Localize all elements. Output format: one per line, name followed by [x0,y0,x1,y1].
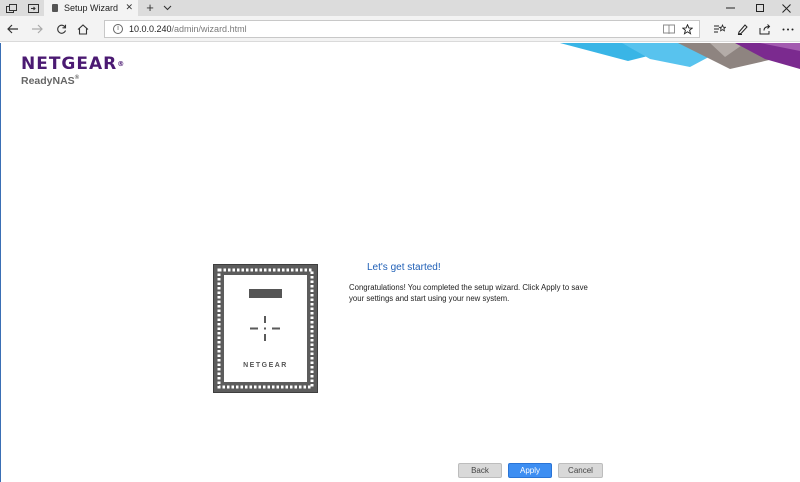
tab-title: Setup Wizard [64,3,119,13]
wizard-message: Congratulations! You completed the setup… [349,283,588,303]
decorative-banner [560,43,800,69]
logo-brand: NETGEAR® [21,55,125,73]
tab-preview-icon[interactable] [22,0,44,16]
logo-brand-text: NETGEAR [21,54,118,74]
navigation-bar: i 10.0.0.240/admin/wizard.html [0,16,800,42]
url-path: /admin/wizard.html [171,24,247,34]
url-text: 10.0.0.240/admin/wizard.html [129,23,247,35]
wizard-heading: Let's get started! [367,262,441,273]
forward-arrow-icon[interactable] [27,20,47,38]
url-host: 10.0.0.240 [129,24,172,34]
wizard-page: NETGEAR® ReadyNAS® NETGEAR Let's get sta… [0,43,800,482]
netgear-logo: NETGEAR® ReadyNAS® [21,55,125,87]
cancel-button[interactable]: Cancel [558,463,603,478]
favorites-hub-icon[interactable] [708,20,730,38]
back-button[interactable]: Back [458,463,502,478]
page-favicon-icon [52,4,58,12]
new-tab-button[interactable]: + [143,0,157,16]
favorite-star-icon[interactable] [679,22,695,36]
home-icon[interactable] [73,20,93,38]
site-info-icon[interactable]: i [113,24,123,34]
chevron-down-icon[interactable] [160,0,174,16]
refresh-icon[interactable] [51,20,71,38]
close-window-button[interactable] [772,0,800,16]
logo-product-mark: ® [74,75,80,81]
readynas-device-illustration: NETGEAR [213,264,318,393]
tab-setup-wizard[interactable]: Setup Wizard ✕ [44,0,138,16]
maximize-button[interactable] [746,0,774,16]
reading-view-icon[interactable] [661,22,677,36]
more-menu-icon[interactable] [777,20,799,38]
left-edge-line [0,43,1,482]
logo-registered-mark: ® [117,60,126,68]
web-note-pen-icon[interactable] [731,20,753,38]
apply-button[interactable]: Apply [508,463,552,478]
logo-product-text: ReadyNAS [21,75,75,87]
tab-set-aside-icon[interactable] [0,0,22,16]
logo-product: ReadyNAS® [21,75,125,87]
device-brand-label: NETGEAR [243,362,288,369]
minimize-button[interactable] [716,0,744,16]
back-arrow-icon[interactable] [3,20,23,38]
address-bar[interactable]: i 10.0.0.240/admin/wizard.html [104,20,700,38]
share-icon[interactable] [754,20,776,38]
tab-close-icon[interactable]: ✕ [125,2,133,13]
title-bar: Setup Wizard ✕ + [0,0,800,16]
